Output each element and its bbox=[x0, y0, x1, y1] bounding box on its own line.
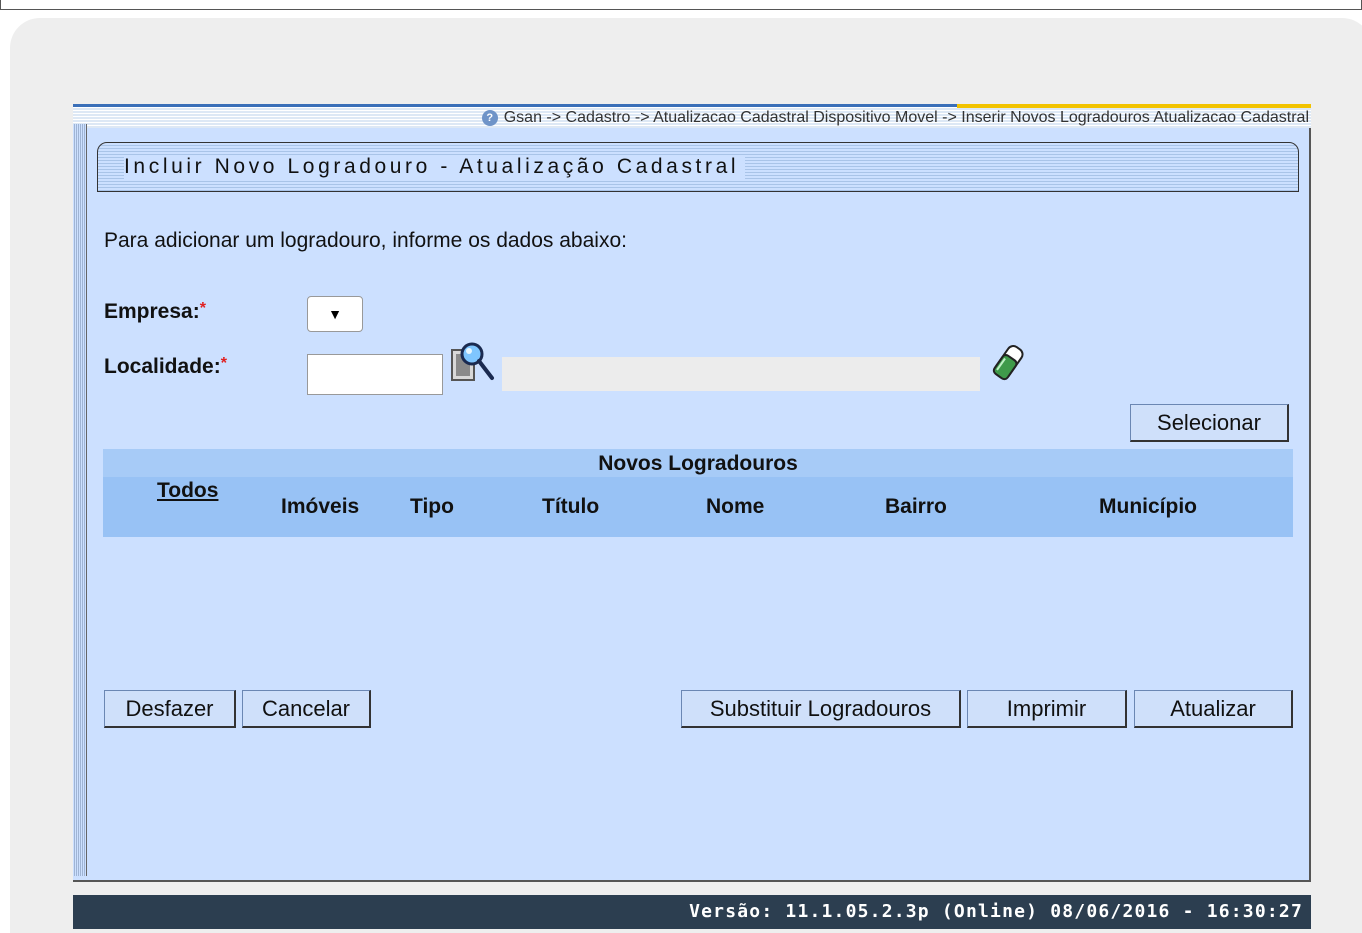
localidade-label: Localidade:* bbox=[104, 355, 227, 379]
localidade-label-text: Localidade: bbox=[104, 355, 221, 378]
required-mark: * bbox=[199, 300, 206, 317]
top-window-edge bbox=[0, 0, 1362, 10]
localidade-input[interactable] bbox=[307, 354, 443, 395]
title-box: Incluir Novo Logradouro - Atualização Ca… bbox=[97, 142, 1299, 192]
empresa-label-text: Empresa: bbox=[104, 300, 200, 323]
page-title: Incluir Novo Logradouro - Atualização Ca… bbox=[124, 155, 746, 179]
column-imoveis: Imóveis bbox=[281, 495, 360, 518]
column-tipo: Tipo bbox=[410, 495, 454, 518]
table-title: Novos Logradouros bbox=[103, 449, 1293, 477]
column-bairro: Bairro bbox=[885, 495, 947, 518]
empresa-label: Empresa:* bbox=[104, 300, 206, 324]
desfazer-button[interactable]: Desfazer bbox=[104, 690, 236, 728]
version-text: Versão: 11.1.05.2.3p (Online) 08/06/2016… bbox=[689, 901, 1303, 922]
localidade-description-field bbox=[502, 357, 980, 391]
column-municipio: Município bbox=[1099, 495, 1197, 518]
left-stripe bbox=[73, 124, 87, 876]
breadcrumb-accent-yellow bbox=[957, 104, 1311, 108]
column-nome: Nome bbox=[706, 495, 765, 518]
substituir-logradouros-button[interactable]: Substituir Logradouros bbox=[681, 690, 961, 728]
atualizar-button[interactable]: Atualizar bbox=[1134, 690, 1293, 728]
breadcrumb-bar: ? Gsan -> Cadastro -> Atualizacao Cadast… bbox=[73, 104, 1311, 128]
selecionar-button[interactable]: Selecionar bbox=[1130, 404, 1289, 442]
imprimir-button[interactable]: Imprimir bbox=[967, 690, 1127, 728]
empresa-select[interactable]: ▼ bbox=[307, 296, 363, 332]
breadcrumb-accent-blue bbox=[73, 104, 957, 107]
chevron-down-icon: ▼ bbox=[328, 306, 342, 322]
column-titulo: Título bbox=[542, 495, 600, 518]
footer-bar: Versão: 11.1.05.2.3p (Online) 08/06/2016… bbox=[73, 895, 1311, 929]
eraser-icon[interactable] bbox=[988, 343, 1028, 383]
help-icon[interactable]: ? bbox=[481, 110, 498, 126]
cancelar-button[interactable]: Cancelar bbox=[242, 690, 371, 728]
magnifier-search-icon[interactable] bbox=[450, 340, 496, 384]
breadcrumb-text: Gsan -> Cadastro -> Atualizacao Cadastra… bbox=[503, 109, 1309, 126]
intro-text: Para adicionar um logradouro, informe os… bbox=[104, 229, 627, 252]
novos-logradouros-table: Novos Logradouros Todos Imóveis Tipo Tít… bbox=[103, 449, 1293, 537]
column-todos[interactable]: Todos bbox=[157, 479, 218, 503]
breadcrumb: ? Gsan -> Cadastro -> Atualizacao Cadast… bbox=[481, 109, 1309, 127]
required-mark: * bbox=[220, 355, 227, 372]
